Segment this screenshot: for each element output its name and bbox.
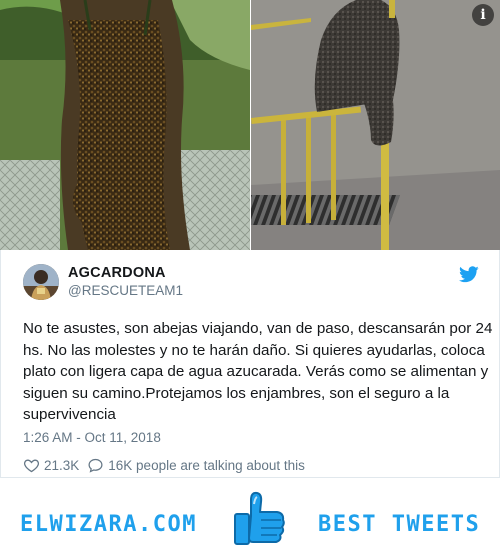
- twitter-bird-icon[interactable]: [459, 266, 479, 283]
- info-icon[interactable]: i: [472, 4, 494, 26]
- avatar-image: [23, 264, 59, 300]
- thumbs-up-icon: [234, 491, 285, 545]
- tweet-card: AGCARDONA @RESCUETEAM1 No te asustes, so…: [0, 250, 500, 478]
- tweet-timestamp[interactable]: 1:26 AM - Oct 11, 2018: [23, 430, 161, 445]
- tree-swarm-illustration: [0, 0, 250, 250]
- display-name[interactable]: AGCARDONA: [68, 265, 166, 281]
- railing-swarm-illustration: [251, 0, 500, 250]
- tweet-media[interactable]: i: [0, 0, 500, 250]
- tweet-text: No te asustes, son abejas viajando, van …: [23, 320, 493, 423]
- like-count: 21.3K: [44, 457, 80, 473]
- talking-count: 16K people are talking about this: [108, 457, 305, 473]
- tweet-actions: 21.3K 16K people are talking about this: [23, 456, 305, 474]
- best-tweets-label: BEST TWEETS: [318, 512, 481, 537]
- avatar[interactable]: [23, 264, 59, 300]
- site-name: ELWIZARA.COM: [20, 512, 197, 537]
- like-button[interactable]: 21.3K: [23, 457, 79, 474]
- speech-bubble-icon: [88, 458, 103, 473]
- heart-icon: [24, 459, 39, 472]
- branding-footer: ELWIZARA.COM BEST TWEETS: [0, 478, 500, 560]
- conversation-button[interactable]: 16K people are talking about this: [87, 457, 305, 474]
- photo-tree-swarm[interactable]: [0, 0, 250, 250]
- photo-railing-swarm[interactable]: i: [251, 0, 500, 250]
- user-handle[interactable]: @RESCUETEAM1: [68, 283, 183, 298]
